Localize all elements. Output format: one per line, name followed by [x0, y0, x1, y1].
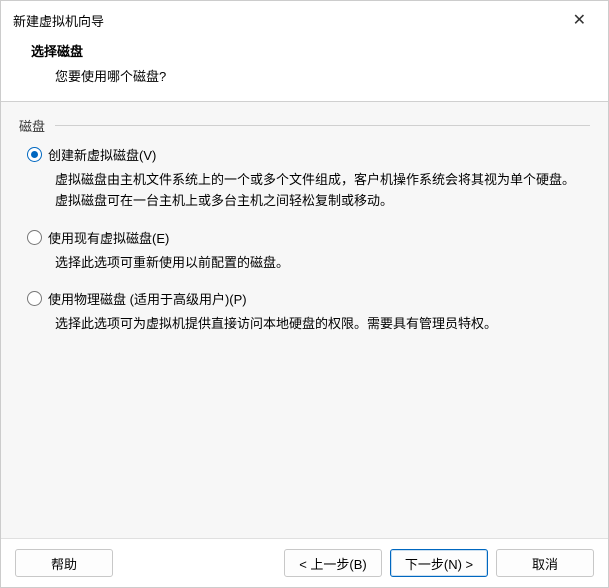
content-area: 磁盘 创建新虚拟磁盘(V) 虚拟磁盘由主机文件系统上的一个或多个文件组成，客户机…	[1, 102, 608, 538]
wizard-window: 新建虚拟机向导 ✕ 选择磁盘 您要使用哪个磁盘? 磁盘 创建新虚拟磁盘(V) 虚…	[0, 0, 609, 588]
titlebar: 新建虚拟机向导 ✕	[1, 1, 608, 35]
page-subtitle: 您要使用哪个磁盘?	[55, 66, 584, 85]
disk-fieldset: 磁盘 创建新虚拟磁盘(V) 虚拟磁盘由主机文件系统上的一个或多个文件组成，客户机…	[19, 116, 590, 335]
option-use-physical-disk[interactable]: 使用物理磁盘 (适用于高级用户)(P) 选择此选项可为虚拟机提供直接访问本地硬盘…	[27, 289, 582, 335]
fieldset-label: 磁盘	[19, 116, 49, 135]
back-button[interactable]: < 上一步(B)	[284, 549, 382, 577]
option-row: 创建新虚拟磁盘(V)	[27, 145, 582, 164]
help-button[interactable]: 帮助	[15, 549, 113, 577]
fieldset-line	[55, 125, 590, 126]
close-icon[interactable]: ✕	[563, 8, 596, 32]
option-desc-physical: 选择此选项可为虚拟机提供直接访问本地硬盘的权限。需要具有管理员特权。	[55, 314, 582, 335]
options-group: 创建新虚拟磁盘(V) 虚拟磁盘由主机文件系统上的一个或多个文件组成，客户机操作系…	[19, 135, 590, 335]
window-title: 新建虚拟机向导	[13, 11, 104, 30]
option-desc-existing: 选择此选项可重新使用以前配置的磁盘。	[55, 253, 582, 274]
page-title: 选择磁盘	[31, 41, 584, 60]
radio-use-physical[interactable]	[27, 291, 42, 306]
option-create-new-disk[interactable]: 创建新虚拟磁盘(V) 虚拟磁盘由主机文件系统上的一个或多个文件组成，客户机操作系…	[27, 145, 582, 212]
option-label-create: 创建新虚拟磁盘(V)	[48, 145, 156, 164]
option-row: 使用现有虚拟磁盘(E)	[27, 228, 582, 247]
radio-create-new[interactable]	[27, 147, 42, 162]
button-bar: 帮助 < 上一步(B) 下一步(N) > 取消	[1, 538, 608, 587]
option-label-physical: 使用物理磁盘 (适用于高级用户)(P)	[48, 289, 247, 308]
radio-use-existing[interactable]	[27, 230, 42, 245]
cancel-button[interactable]: 取消	[496, 549, 594, 577]
option-label-existing: 使用现有虚拟磁盘(E)	[48, 228, 169, 247]
option-desc-create: 虚拟磁盘由主机文件系统上的一个或多个文件组成，客户机操作系统会将其视为单个硬盘。…	[55, 170, 582, 212]
next-button[interactable]: 下一步(N) >	[390, 549, 488, 577]
option-use-existing-disk[interactable]: 使用现有虚拟磁盘(E) 选择此选项可重新使用以前配置的磁盘。	[27, 228, 582, 274]
header-section: 选择磁盘 您要使用哪个磁盘?	[1, 35, 608, 101]
option-row: 使用物理磁盘 (适用于高级用户)(P)	[27, 289, 582, 308]
